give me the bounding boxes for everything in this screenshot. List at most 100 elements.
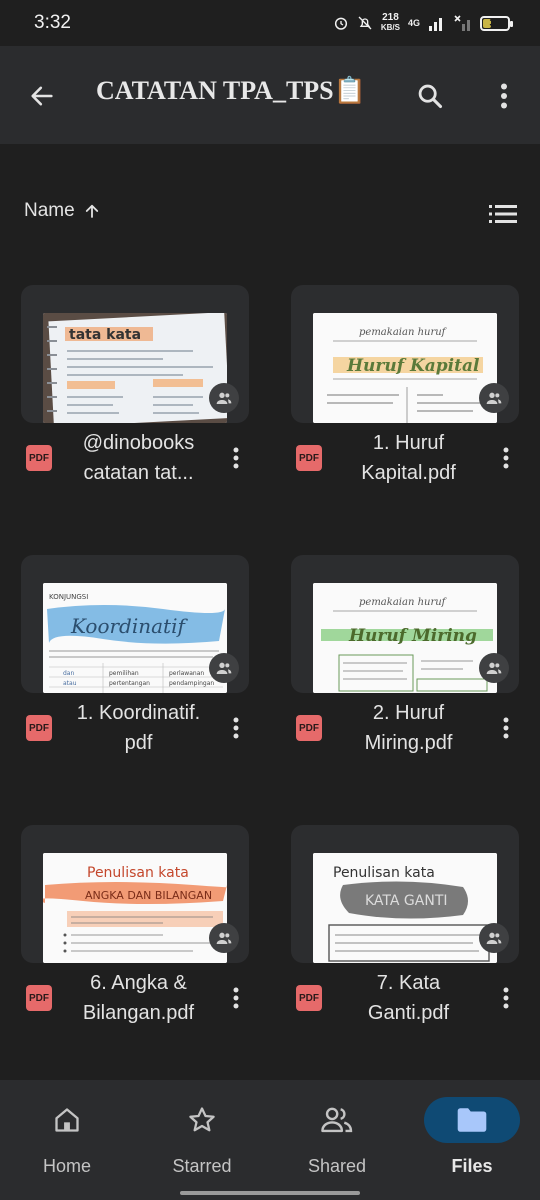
search-button[interactable] [410,76,450,116]
signal-no-service-icon [454,15,470,31]
thumbnail-preview-kata-ganti: Penulisan kata KATA GANTI [313,853,497,963]
file-thumbnail[interactable]: pemakaian huruf Huruf Miring [291,555,519,693]
people-icon [216,392,232,404]
people-icon [486,392,502,404]
back-button[interactable] [22,76,62,116]
file-more-options-button[interactable] [223,443,249,473]
file-card[interactable]: pemakaian huruf Huruf Miring PDF 2. Huru… [291,555,519,785]
svg-text:atau: atau [63,680,77,687]
file-thumbnail[interactable]: Penulisan kata ANGKA DAN BILANGAN [21,825,249,963]
svg-text:pendampingan: pendampingan [169,680,214,687]
svg-text:Koordinatif: Koordinatif [70,614,188,638]
sort-label: Name [24,200,75,221]
shared-badge [479,383,509,413]
file-thumbnail[interactable]: Penulisan kata KATA GANTI [291,825,519,963]
svg-text:dan: dan [63,670,74,677]
more-options-button[interactable] [484,76,524,116]
folder-title: CATATAN TPA_TPS📋 [96,76,367,105]
arrow-back-icon [31,86,53,106]
pdf-file-icon: PDF [296,445,322,471]
svg-text:ANGKA DAN BILANGAN: ANGKA DAN BILANGAN [85,889,212,902]
network-speed: 218 KB/S [380,12,400,33]
file-more-options-button[interactable] [223,713,249,743]
file-card[interactable]: tata kata PDF @dinobooks catatan tat... [21,285,249,515]
file-name: 2. Huruf Miring.pdf [364,702,453,754]
people-icon [216,662,232,674]
nav-label: Files [451,1156,493,1176]
svg-text:Penulisan kata: Penulisan kata [333,865,435,881]
pdf-file-icon: PDF [26,715,52,741]
more-vert-icon [233,447,239,469]
shared-badge [209,383,239,413]
file-more-options-button[interactable] [493,983,519,1013]
people-icon [486,662,502,674]
sort-by-name-button[interactable]: Name [24,200,101,222]
more-vert-icon [503,717,509,739]
svg-text:KATA GANTI: KATA GANTI [365,893,448,909]
thumbnail-preview-tata-kata: tata kata [43,313,227,423]
file-name: 1. Huruf Kapital.pdf [361,432,456,484]
more-vert-icon [233,987,239,1009]
svg-text:tata kata: tata kata [69,327,141,343]
people-icon [321,1107,353,1133]
file-card[interactable]: KONJUNGSI Koordinatif dan pemilihan perl… [21,555,249,785]
file-card[interactable]: pemakaian huruf Huruf Kapital PDF 1. Hur… [291,285,519,515]
nav-label: Shared [307,1156,367,1176]
nav-starred[interactable]: Starred [142,1100,262,1190]
svg-text:pemakaian huruf: pemakaian huruf [359,327,448,338]
pdf-file-icon: PDF [296,985,322,1011]
pdf-file-icon: PDF [296,715,322,741]
signal-icon [429,18,442,31]
people-icon [216,932,232,944]
thumbnail-preview-huruf-miring: pemakaian huruf Huruf Miring [313,583,497,693]
list-view-toggle[interactable] [488,200,518,228]
home-indicator[interactable] [180,1191,360,1195]
file-thumbnail[interactable]: pemakaian huruf Huruf Kapital [291,285,519,423]
file-name: 6. Angka & Bilangan.pdf [82,972,195,1024]
nav-files[interactable]: Files [412,1097,532,1190]
shared-badge [479,653,509,683]
network-type: 4G [407,18,420,28]
shared-badge [209,923,239,953]
nav-shared[interactable]: Shared [277,1100,397,1190]
search-icon [418,84,443,109]
file-name: 1. Koordinatif. pdf [76,702,201,754]
battery-indicator: 30 [480,15,513,31]
pdf-file-icon: PDF [26,445,52,471]
file-name: 7. Kata Ganti.pdf [367,972,450,1024]
shared-badge [479,923,509,953]
file-more-options-button[interactable] [493,713,519,743]
file-thumbnail[interactable]: KONJUNGSI Koordinatif dan pemilihan perl… [21,555,249,693]
sort-row: Name [0,190,540,238]
list-view-icon [489,205,517,223]
svg-text:pemakaian huruf: pemakaian huruf [359,597,448,608]
more-vert-icon [233,717,239,739]
bottom-navigation: Home Starred Shared Files [0,1080,540,1200]
svg-text:perlawanan: perlawanan [169,670,204,677]
status-icons: 218 KB/S 4G 30 [333,12,513,33]
folder-icon [457,1108,487,1132]
file-more-options-button[interactable] [493,443,519,473]
status-time: 3:32 [34,12,71,33]
people-icon [486,932,502,944]
svg-text:pemilihan: pemilihan [109,670,139,677]
file-more-options-button[interactable] [223,983,249,1013]
more-vert-icon [503,447,509,469]
file-card[interactable]: Penulisan kata KATA GANTI PDF 7. Kata Ga… [291,825,519,1055]
home-icon [55,1108,79,1132]
file-card[interactable]: Penulisan kata ANGKA DAN BILANGAN PDF 6.… [21,825,249,1055]
file-thumbnail[interactable]: tata kata [21,285,249,423]
nav-home[interactable]: Home [7,1100,127,1190]
shared-badge [209,653,239,683]
mute-icon [358,16,372,30]
thumbnail-preview-huruf-kapital: pemakaian huruf Huruf Kapital [313,313,497,423]
svg-text:Huruf Kapital: Huruf Kapital [346,356,480,376]
svg-text:pertentangan: pertentangan [109,680,150,687]
thumbnail-preview-koordinatif: KONJUNGSI Koordinatif dan pemilihan perl… [43,583,227,693]
more-vert-icon [503,987,509,1009]
nav-label: Starred [172,1156,232,1176]
star-icon [189,1107,215,1132]
svg-text:Penulisan kata: Penulisan kata [87,865,189,881]
svg-text:Huruf Miring: Huruf Miring [348,626,477,646]
nav-label: Home [42,1156,91,1176]
